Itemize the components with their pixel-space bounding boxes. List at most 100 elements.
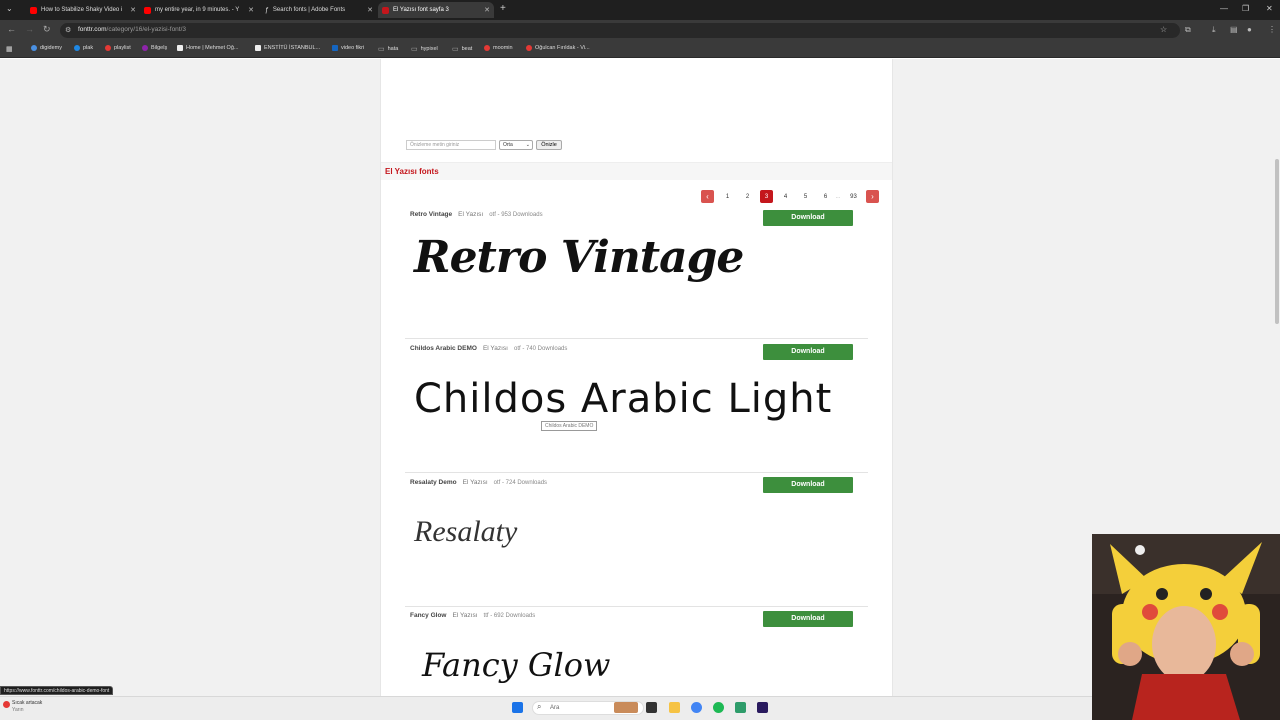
font-meta: otf - 953 Downloads <box>489 212 543 218</box>
app-icon[interactable] <box>735 702 746 713</box>
fonttr-icon <box>382 6 389 14</box>
font-meta: ttf - 692 Downloads <box>483 613 536 619</box>
file-explorer-icon[interactable] <box>669 702 680 713</box>
bookmark-label: beat <box>461 46 473 52</box>
font-category[interactable]: El Yazısı <box>452 612 477 619</box>
url-text[interactable]: fonttr.com/category/16/el-yazisi-font/3 <box>78 26 186 33</box>
pagination-page-5[interactable]: 5 <box>799 190 812 203</box>
restore-icon[interactable]: ❐ <box>1242 4 1249 13</box>
weather-subtext: Yarın <box>12 707 24 713</box>
premiere-pro-icon[interactable] <box>757 702 768 713</box>
font-name-link[interactable]: Retro Vintage <box>410 211 452 218</box>
pagination-page-4[interactable]: 4 <box>779 190 792 203</box>
task-view-icon[interactable] <box>646 702 657 713</box>
pagination-prev-button[interactable]: ‹ <box>701 190 714 203</box>
forward-icon[interactable]: → <box>25 24 34 34</box>
preview-size-select[interactable]: Orta ⌄ <box>499 140 533 150</box>
bookmark-label: plak <box>83 45 94 51</box>
font-category[interactable]: El Yazısı <box>483 345 508 352</box>
font-category[interactable]: El Yazısı <box>463 479 488 486</box>
preview-button[interactable]: Önizle <box>536 140 562 150</box>
bookmark-beat[interactable]: ▭ beat <box>452 45 472 53</box>
font-name-link[interactable]: Fancy Glow <box>410 612 446 619</box>
bookmark-video-fikri[interactable]: video fikri <box>332 45 364 51</box>
windows-start-icon[interactable] <box>512 702 523 713</box>
weather-text: Sıcak artacak <box>12 700 43 706</box>
bookmark-label: Home | Mehmet Oğ... <box>186 45 239 51</box>
new-tab-button[interactable]: + <box>500 3 506 14</box>
pagination-page-2[interactable]: 2 <box>741 190 754 203</box>
spotify-icon[interactable] <box>713 702 724 713</box>
youtube-icon <box>30 6 37 14</box>
section-title: El Yazısı fonts <box>385 167 439 176</box>
bookmark-playlist[interactable]: playlist <box>105 45 131 51</box>
download-icon[interactable]: ⤓ <box>1212 25 1216 35</box>
bookmark-icon <box>177 45 183 51</box>
pagination-page-6[interactable]: 6 <box>819 190 832 203</box>
close-window-icon[interactable]: ✕ <box>1266 4 1273 13</box>
bookmark-icon <box>526 45 532 51</box>
close-icon[interactable]: ✕ <box>367 6 373 14</box>
tab-entire-year[interactable]: my entire year, in 9 minutes. - Y ✕ <box>140 2 258 18</box>
bookmark-icon <box>484 45 490 51</box>
extensions-icon[interactable]: ⧉ <box>1185 25 1191 35</box>
pagination-page-last[interactable]: 93 <box>847 190 860 203</box>
tab-title: my entire year, in 9 minutes. - Y <box>155 7 240 13</box>
bookmark-label: hypixel <box>420 46 438 52</box>
preview-text-input[interactable]: Önizleme metin giriniz <box>406 140 496 150</box>
font-sample[interactable]: Resalaty <box>414 515 517 549</box>
close-icon[interactable]: ✕ <box>130 6 136 14</box>
font-header: Fancy Glow El Yazısı ttf - 692 Downloads <box>410 612 535 619</box>
download-button[interactable]: Download <box>763 477 853 493</box>
font-name-link[interactable]: Resalaty Demo <box>410 479 457 486</box>
bookmark-icon <box>31 45 37 51</box>
bookmark-enstitu[interactable]: ENSTİTÜ İSTANBUL... <box>255 45 320 51</box>
tab-el-yazisi-font[interactable]: El Yazısı font sayfa 3 ✕ <box>378 2 494 18</box>
bookmark-home-mehmet[interactable]: Home | Mehmet Oğ... <box>177 45 238 51</box>
bookmark-bilgelis[interactable]: Bilgelş <box>142 45 167 51</box>
back-icon[interactable]: ← <box>7 24 16 34</box>
bookmark-ogulcan[interactable]: Oğulcan Fırıldak - Vi... <box>526 45 590 51</box>
download-button[interactable]: Download <box>763 344 853 360</box>
profile-icon[interactable]: ● <box>1247 25 1252 34</box>
font-category[interactable]: El Yazısı <box>458 211 483 218</box>
minimize-icon[interactable]: — <box>1220 4 1228 13</box>
menu-icon[interactable]: ⋮ <box>1268 25 1276 34</box>
pagination-next-button[interactable]: › <box>866 190 879 203</box>
bookmark-hypixel[interactable]: ▭ hypixel <box>411 45 438 53</box>
url-host: fonttr.com <box>78 26 107 33</box>
apps-grid-icon[interactable]: ▦ <box>6 45 13 53</box>
folder-icon: ▭ <box>452 46 459 53</box>
tab-search-icon[interactable]: ⌄ <box>6 4 13 13</box>
tab-title: Search fonts | Adobe Fonts <box>272 7 346 13</box>
address-bar[interactable] <box>60 23 1180 38</box>
download-button[interactable]: Download <box>763 210 853 226</box>
reload-icon[interactable]: ↻ <box>43 24 51 35</box>
bookmark-plak[interactable]: plak <box>74 45 93 51</box>
pagination-page-1[interactable]: 1 <box>721 190 734 203</box>
font-sample[interactable]: Fancy Glow <box>422 646 610 684</box>
download-button[interactable]: Download <box>763 611 853 627</box>
font-sample[interactable]: Retro Vintage <box>414 232 744 283</box>
chrome-icon[interactable] <box>691 702 702 713</box>
weather-widget[interactable]: Sıcak artacak Yarın <box>3 700 43 714</box>
pagination-ellipsis: ... <box>835 193 841 200</box>
scrollbar-thumb[interactable] <box>1275 159 1279 324</box>
close-icon[interactable]: ✕ <box>484 6 490 14</box>
tab-adobe-fonts[interactable]: ƒ Search fonts | Adobe Fonts ✕ <box>259 2 377 18</box>
tab-title: El Yazısı font sayfa 3 <box>393 7 449 13</box>
bookmark-hata[interactable]: ▭ hata <box>378 45 398 53</box>
weather-icon <box>3 701 10 708</box>
tab-stabilize-video[interactable]: How to Stabilize Shaky Video i ✕ <box>22 2 140 18</box>
font-name-link[interactable]: Childos Arabic DEMO <box>410 345 477 352</box>
bookmark-label: ENSTİTÜ İSTANBUL... <box>264 45 321 51</box>
bookmark-icon <box>332 45 338 51</box>
site-info-icon[interactable]: ⚙ <box>65 26 71 34</box>
sidebar-icon[interactable]: ▤ <box>1230 25 1238 34</box>
bookmark-moomin[interactable]: moomin <box>484 45 513 51</box>
pagination-page-3[interactable]: 3 <box>760 190 773 203</box>
font-sample[interactable]: Childos Arabic Light <box>414 376 832 422</box>
close-icon[interactable]: ✕ <box>248 6 254 14</box>
star-icon[interactable]: ☆ <box>1160 25 1167 34</box>
bookmark-digidemy[interactable]: digidemy <box>31 45 62 51</box>
